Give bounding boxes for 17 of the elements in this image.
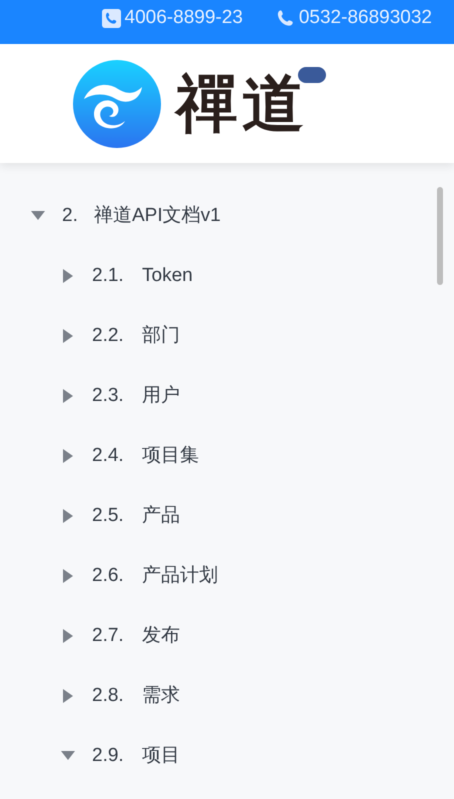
phone-number: 4006-8899-23 (124, 6, 243, 30)
tree-item[interactable]: 2.2. 部门 (92, 322, 180, 350)
tree-item[interactable]: 2.8. 需求 (92, 682, 180, 710)
tree-item[interactable]: 2.5. 产品 (92, 502, 180, 530)
tree-item[interactable]: 2.4. 项目集 (92, 442, 199, 470)
tree-item[interactable]: 2.9. 项目 (92, 742, 180, 770)
tree-item[interactable]: 2.7. 发布 (92, 622, 180, 650)
tree-item[interactable]: 2.6. 产品计划 (92, 562, 218, 590)
phone-icon (276, 9, 295, 28)
swirl-logo-icon (72, 58, 162, 148)
phone-icon (102, 8, 121, 28)
tree-item[interactable]: 2.3. 用户 (92, 382, 180, 410)
phone-number: 0532-86893032 (298, 6, 432, 30)
logo-text: 禪道 (176, 72, 308, 134)
tree-item[interactable]: 2.1. Token (92, 262, 193, 290)
tree-item[interactable]: 2. 禅道API文档v1 (62, 202, 221, 230)
scrollbar-thumb[interactable] (437, 187, 443, 285)
